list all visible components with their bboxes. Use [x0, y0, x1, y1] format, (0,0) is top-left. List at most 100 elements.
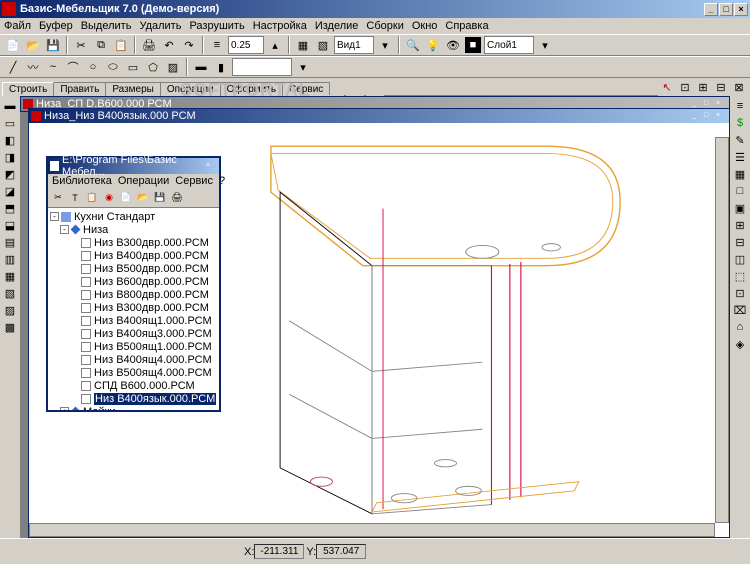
lib-menu-library[interactable]: Библиотека	[52, 175, 112, 187]
spline-icon[interactable]: ~	[44, 58, 62, 76]
tree-item[interactable]: СПД В600.000.РСМ	[50, 379, 217, 392]
lt-box-icon[interactable]: ▭	[2, 115, 18, 131]
pointer-icon[interactable]: ↖	[658, 78, 676, 96]
open-icon[interactable]: 📂	[24, 36, 42, 54]
lt-8-icon[interactable]: ⬓	[2, 217, 18, 233]
snap2-icon[interactable]: ⊞	[694, 78, 712, 96]
lt-5-icon[interactable]: ◩	[2, 166, 18, 182]
polyline-icon[interactable]: 〰	[24, 58, 42, 76]
arc-icon[interactable]: ⌒	[64, 58, 82, 76]
rt-15-icon[interactable]: ◈	[732, 336, 748, 352]
tab-build[interactable]: Строить	[2, 82, 54, 96]
lt-panel-icon[interactable]: ▬	[2, 98, 18, 114]
snap4-icon[interactable]: ⊠	[730, 78, 748, 96]
menu-product[interactable]: Изделие	[315, 20, 359, 32]
lt-14-icon[interactable]: ▩	[2, 319, 18, 335]
menu-settings[interactable]: Настройка	[253, 20, 307, 32]
layer-dropdown-icon[interactable]: ▾	[536, 36, 554, 54]
lib-close-icon[interactable]: ×	[206, 161, 217, 171]
lt-12-icon[interactable]: ▧	[2, 285, 18, 301]
mdi-min-icon[interactable]: _	[692, 111, 703, 121]
tree-item[interactable]: Низ В400язык.000.РСМ	[50, 392, 217, 405]
tree-toggle-icon[interactable]: -	[50, 212, 59, 221]
rt-12-icon[interactable]: ⊡	[732, 285, 748, 301]
lib-open-icon[interactable]: 📂	[135, 190, 151, 206]
mdi-max-icon[interactable]: □	[704, 111, 715, 121]
new-icon[interactable]: 📄	[4, 36, 22, 54]
menu-select[interactable]: Выделить	[81, 20, 132, 32]
rt-dollar-icon[interactable]: $	[732, 115, 748, 131]
minimize-button[interactable]: _	[704, 3, 718, 16]
lib-menu-help[interactable]: ?	[219, 175, 225, 187]
tree-item[interactable]: Низ В400ящ1.000.РСМ	[50, 314, 217, 327]
lt-11-icon[interactable]: ▦	[2, 268, 18, 284]
scrollbar-horizontal[interactable]	[29, 523, 715, 537]
rt-7-icon[interactable]: ▣	[732, 200, 748, 216]
tree-item[interactable]: Низ В400двр.000.РСМ	[50, 249, 217, 262]
menu-destroy[interactable]: Разрушить	[189, 20, 244, 32]
stepper-up-icon[interactable]: ▴	[266, 36, 284, 54]
rt-8-icon[interactable]: ⊞	[732, 217, 748, 233]
rt-11-icon[interactable]: ⬚	[732, 268, 748, 284]
eye-icon[interactable]: 👁	[444, 36, 462, 54]
scrollbar-vertical[interactable]	[715, 137, 729, 523]
menu-help[interactable]: Справка	[445, 20, 488, 32]
tab-edit[interactable]: Править	[53, 82, 106, 96]
snap3-icon[interactable]: ⊟	[712, 78, 730, 96]
circle-icon[interactable]: ○	[84, 58, 102, 76]
hatch-icon[interactable]: ▨	[164, 58, 182, 76]
maximize-button[interactable]: □	[719, 3, 733, 16]
library-tree[interactable]: -Кухни Стандарт-НизаНиз В300двр.000.РСМН…	[48, 208, 219, 410]
lib-print-icon[interactable]: 🖨	[169, 190, 185, 206]
redo-icon[interactable]: ↷	[180, 36, 198, 54]
rt-6-icon[interactable]: □	[732, 183, 748, 199]
tree-item[interactable]: Низ В600двр.000.РСМ	[50, 275, 217, 288]
rect-icon[interactable]: ▭	[124, 58, 142, 76]
line-weight-icon[interactable]: ≡	[208, 36, 226, 54]
rt-5-icon[interactable]: ▦	[732, 166, 748, 182]
rt-14-icon[interactable]: ⌂	[732, 319, 748, 335]
lt-3-icon[interactable]: ◧	[2, 132, 18, 148]
bulb-icon[interactable]: 💡	[424, 36, 442, 54]
layer-select[interactable]	[484, 36, 534, 54]
color-swatch-icon[interactable]: ■	[464, 36, 482, 54]
tree-item[interactable]: Низ В500ящ4.000.РСМ	[50, 366, 217, 379]
menu-window[interactable]: Окно	[412, 20, 438, 32]
undo-icon[interactable]: ↶	[160, 36, 178, 54]
lt-10-icon[interactable]: ▥	[2, 251, 18, 267]
zoom-icon[interactable]: 🔍	[404, 36, 422, 54]
lt-6-icon[interactable]: ◪	[2, 183, 18, 199]
rt-9-icon[interactable]: ⊟	[732, 234, 748, 250]
print-icon[interactable]: 🖨	[140, 36, 158, 54]
mdi-close-icon[interactable]: ×	[716, 111, 727, 121]
tree-item[interactable]: Низ В300двр.000.РСМ	[50, 301, 217, 314]
rt-10-icon[interactable]: ◫	[732, 251, 748, 267]
menu-buffer[interactable]: Буфер	[39, 20, 73, 32]
view-select[interactable]	[334, 36, 374, 54]
lib-paste-icon[interactable]: 📋	[84, 190, 100, 206]
tree-item[interactable]: -Низа	[50, 223, 217, 236]
material-dropdown-icon[interactable]: ▾	[294, 58, 312, 76]
save-icon[interactable]: 💾	[44, 36, 62, 54]
menu-file[interactable]: Файл	[4, 20, 31, 32]
lib-new-icon[interactable]: 📄	[118, 190, 134, 206]
tree-item[interactable]: Низ В500двр.000.РСМ	[50, 262, 217, 275]
close-button[interactable]: ×	[734, 3, 748, 16]
rt-3-icon[interactable]: ✎	[732, 132, 748, 148]
lt-7-icon[interactable]: ⬒	[2, 200, 18, 216]
panel2-icon[interactable]: ▮	[212, 58, 230, 76]
tree-item[interactable]: -Кухни Стандарт	[50, 210, 217, 223]
rt-13-icon[interactable]: ⌧	[732, 302, 748, 318]
polygon-icon[interactable]: ⬠	[144, 58, 162, 76]
lib-color-icon[interactable]: ◉	[101, 190, 117, 206]
menu-delete[interactable]: Удалить	[139, 20, 181, 32]
cut-icon[interactable]: ✂	[72, 36, 90, 54]
tree-item[interactable]: Низ В500ящ1.000.РСМ	[50, 340, 217, 353]
material-select[interactable]	[232, 58, 292, 76]
lib-cut-icon[interactable]: ✂	[50, 190, 66, 206]
lib-menu-ops[interactable]: Операции	[118, 175, 169, 187]
paste-icon[interactable]: 📋	[112, 36, 130, 54]
tab-dimensions[interactable]: Размеры	[105, 82, 161, 96]
tree-item[interactable]: Низ В400ящ4.000.РСМ	[50, 353, 217, 366]
wireframe-icon[interactable]: ▧	[314, 36, 332, 54]
